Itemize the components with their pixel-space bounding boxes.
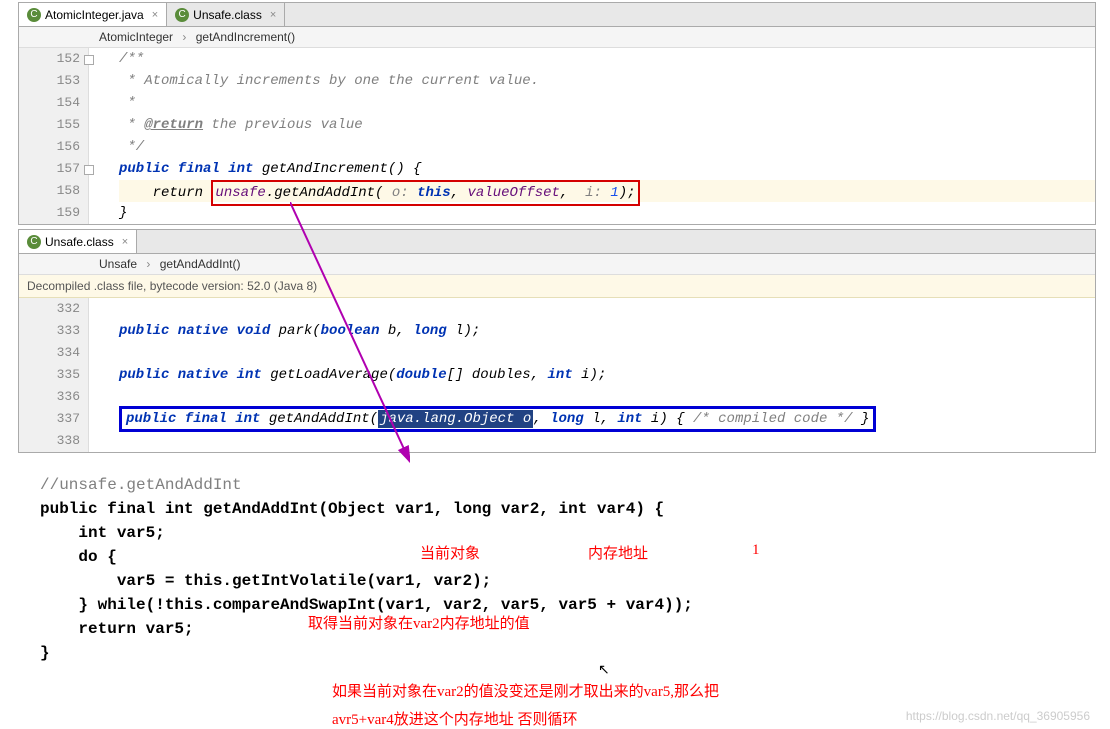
line-number: 333 xyxy=(19,320,80,342)
code-text: return var5; xyxy=(40,617,1070,641)
close-icon[interactable]: × xyxy=(270,9,276,21)
code-text: * xyxy=(119,117,144,133)
close-icon[interactable]: × xyxy=(122,236,128,248)
tab-bar: C AtomicInteger.java × C Unsafe.class × xyxy=(19,3,1095,27)
line-number: 337 xyxy=(19,408,80,430)
watermark: https://blog.csdn.net/qq_36905956 xyxy=(906,709,1090,723)
annotation-text: 1 xyxy=(752,542,760,559)
line-number: 153 xyxy=(19,70,80,92)
code-text: * xyxy=(119,95,136,111)
line-number: 336 xyxy=(19,386,80,408)
code-text: var5 = this.getIntVolatile(var1, var2); xyxy=(40,569,1070,593)
line-number: 332 xyxy=(19,298,80,320)
line-number: 334 xyxy=(19,342,80,364)
breadcrumb-method: getAndIncrement() xyxy=(196,30,295,44)
breadcrumb[interactable]: Unsafe › getAndAddInt() xyxy=(19,254,1095,275)
breadcrumb[interactable]: AtomicInteger › getAndIncrement() xyxy=(19,27,1095,48)
editor-pane-atomicinteger: C AtomicInteger.java × C Unsafe.class × … xyxy=(18,2,1096,225)
decompiled-code: //unsafe.getAndAddInt public final int g… xyxy=(40,473,1070,665)
line-number: 157 xyxy=(19,158,80,180)
tab-label: AtomicInteger.java xyxy=(45,8,144,22)
code-text: return xyxy=(119,185,211,201)
line-gutter: 332 333 334 335 336 337 338 xyxy=(19,298,89,452)
chevron-right-icon: › xyxy=(182,30,186,44)
breadcrumb-method: getAndAddInt() xyxy=(160,257,241,271)
line-number: 335 xyxy=(19,364,80,386)
line-number: 159 xyxy=(19,202,80,224)
tab-label: Unsafe.class xyxy=(193,8,262,22)
tab-label: Unsafe.class xyxy=(45,235,114,249)
code-text: @return xyxy=(144,117,203,133)
annotation-text: 当前对象 xyxy=(420,542,480,563)
tab-unsafe-class[interactable]: C Unsafe.class × xyxy=(19,230,137,253)
chevron-right-icon: › xyxy=(146,257,150,271)
tab-unsafe[interactable]: C Unsafe.class × xyxy=(167,3,285,26)
code-text: */ xyxy=(119,139,144,155)
breadcrumb-class: Unsafe xyxy=(99,257,137,271)
code-text: //unsafe.getAndAddInt xyxy=(40,476,242,494)
tab-atomicinteger[interactable]: C AtomicInteger.java × xyxy=(19,3,167,26)
class-icon: C xyxy=(175,8,189,22)
red-annotation-box: unsafe.getAndAddInt( o: this, valueOffse… xyxy=(211,180,639,206)
code-text: int var5; xyxy=(40,521,1070,545)
selection: java.lang.Object o xyxy=(378,410,533,428)
breadcrumb-class: AtomicInteger xyxy=(99,30,173,44)
annotation-text: 取得当前对象在var2内存地址的值 xyxy=(308,612,530,633)
code-text: } xyxy=(40,641,1070,665)
code-text: do { xyxy=(40,545,1070,569)
line-number: 338 xyxy=(19,430,80,452)
line-number: 154 xyxy=(19,92,80,114)
annotation-text: 内存地址 xyxy=(588,542,648,563)
highlighted-line: return unsafe.getAndAddInt( o: this, val… xyxy=(119,180,1095,202)
annotation-text: 如果当前对象在var2的值没变还是刚才取出来的var5,那么把 xyxy=(332,680,719,701)
cursor-icon: ↖ xyxy=(598,662,610,679)
class-icon: C xyxy=(27,8,41,22)
line-number: 155 xyxy=(19,114,80,136)
close-icon[interactable]: × xyxy=(152,9,158,21)
code-content[interactable]: public native void park(boolean b, long … xyxy=(89,298,1095,452)
decompile-notice: Decompiled .class file, bytecode version… xyxy=(19,275,1095,298)
code-area: 332 333 334 335 336 337 338 public nativ… xyxy=(19,298,1095,452)
class-icon: C xyxy=(27,235,41,249)
tab-bar: C Unsafe.class × xyxy=(19,230,1095,254)
code-text: public final int xyxy=(119,161,262,177)
code-text: /** xyxy=(119,51,144,67)
line-number: 158 xyxy=(19,180,80,202)
blue-annotation-box: public final int getAndAddInt(java.lang.… xyxy=(119,406,876,432)
code-text: } while(!this.compareAndSwapInt(var1, va… xyxy=(40,593,1070,617)
annotation-text: avr5+var4放进这个内存地址 否则循环 xyxy=(332,708,578,729)
line-number: 152 xyxy=(19,48,80,70)
code-text: the previous value xyxy=(203,117,363,133)
line-gutter: 152 153 154 155 156 157 158 159 xyxy=(19,48,89,224)
code-area: 152 153 154 155 156 157 158 159 /** * At… xyxy=(19,48,1095,224)
code-text: } xyxy=(119,205,127,221)
line-number: 156 xyxy=(19,136,80,158)
editor-pane-unsafe: C Unsafe.class × Unsafe › getAndAddInt()… xyxy=(18,229,1096,453)
code-text: * Atomically increments by one the curre… xyxy=(119,73,539,89)
code-content[interactable]: /** * Atomically increments by one the c… xyxy=(89,48,1095,224)
code-text: getAndIncrement() { xyxy=(262,161,422,177)
